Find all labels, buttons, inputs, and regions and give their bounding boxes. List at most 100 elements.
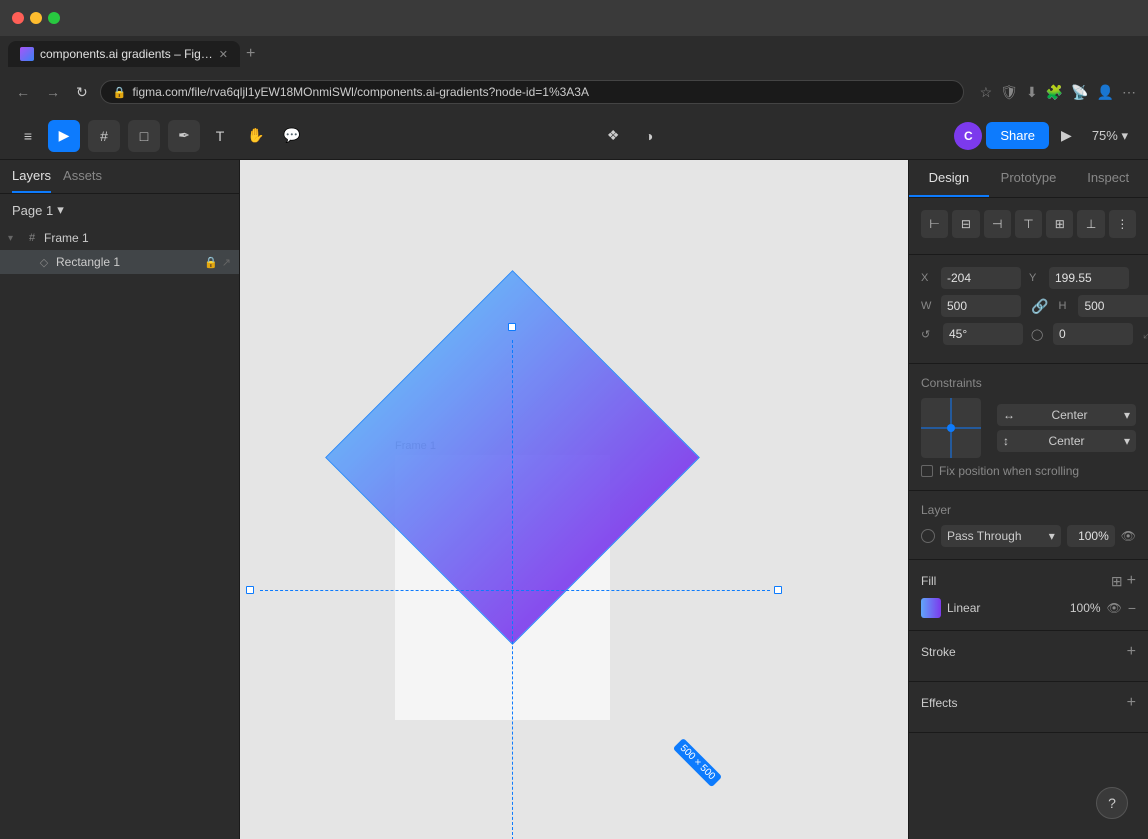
shape-tool-group: □: [128, 120, 160, 152]
fill-grid-button[interactable]: ⊞: [1111, 573, 1123, 590]
hand-tool[interactable]: ✋: [240, 120, 272, 152]
select-tool[interactable]: ▶: [48, 120, 80, 152]
frame-layer-icon: #: [24, 230, 40, 246]
shield-icon[interactable]: 🛡: [1000, 84, 1018, 101]
handle-left[interactable]: [246, 586, 254, 594]
tab-close-icon[interactable]: ✕: [219, 48, 228, 61]
address-bar: ← → ↻ 🔒 figma.com/file/rva6qljl1yEW18MOn…: [0, 72, 1148, 112]
distribute-button[interactable]: ⋮: [1109, 210, 1136, 238]
url-text: figma.com/file/rva6qljl1yEW18MOnmiSWl/co…: [132, 85, 589, 99]
menu-dots-icon[interactable]: ⋯: [1122, 84, 1136, 101]
layer-item-frame1[interactable]: ▾ # Frame 1: [0, 226, 239, 250]
blend-mode-value: Pass Through: [947, 529, 1022, 543]
bookmark-icon[interactable]: ☆: [980, 84, 993, 101]
fill-delete-button[interactable]: −: [1128, 600, 1136, 616]
comment-icon: 💬: [283, 127, 300, 144]
rotation-input[interactable]: [943, 323, 1023, 345]
tab-bar: components.ai gradients – Fig… ✕ +: [0, 36, 1148, 72]
back-button[interactable]: ←: [12, 80, 34, 104]
fix-position-row: Fix position when scrolling: [921, 464, 1136, 478]
position-section: X Y W 🔗 H ↕ ↺ ◯ ⤢: [909, 255, 1148, 364]
fill-opacity-value: 100%: [1065, 601, 1101, 615]
stroke-section: Stroke +: [909, 631, 1148, 682]
hamburger-icon: ≡: [24, 128, 32, 144]
link-icon[interactable]: 🔗: [1031, 298, 1048, 315]
tab-design[interactable]: Design: [909, 160, 989, 197]
align-center-v-button[interactable]: ⊞: [1046, 210, 1073, 238]
download-icon[interactable]: ⬇: [1026, 84, 1038, 101]
help-button[interactable]: ?: [1096, 787, 1128, 819]
lock-layer-icon[interactable]: 🔒: [204, 256, 218, 269]
align-center-h-button[interactable]: ⊟: [952, 210, 979, 238]
traffic-light-red[interactable]: [12, 12, 24, 24]
frame-icon: #: [100, 128, 108, 144]
component-tool[interactable]: ❖: [597, 120, 629, 152]
h-constraint-select[interactable]: ↔ Center ▾: [997, 404, 1136, 426]
effects-add-button[interactable]: +: [1127, 694, 1136, 712]
fill-header: Fill ⊞ +: [921, 572, 1136, 590]
opacity-input[interactable]: [1067, 525, 1115, 547]
frame1-label: Frame 1: [44, 231, 231, 245]
tab-prototype[interactable]: Prototype: [989, 160, 1069, 197]
text-icon: T: [216, 128, 225, 144]
main-area: Layers Assets Page 1 ▾ ▾ # Frame 1: [0, 160, 1148, 839]
blend-mode-select[interactable]: Pass Through ▾: [941, 525, 1061, 547]
fill-add-button[interactable]: +: [1127, 572, 1136, 590]
fix-position-checkbox[interactable]: [921, 465, 933, 477]
v-constraint-icon: ↕: [1003, 434, 1009, 448]
reload-button[interactable]: ↻: [72, 80, 92, 105]
w-input[interactable]: [941, 295, 1021, 317]
tab-layers[interactable]: Layers: [12, 168, 51, 193]
traffic-lights: [12, 12, 60, 24]
clip-content-icon[interactable]: ⤢: [1143, 327, 1148, 342]
tab-assets[interactable]: Assets: [63, 168, 102, 193]
pen-icon: ✒: [178, 127, 190, 144]
forward-button[interactable]: →: [42, 80, 64, 104]
traffic-light-yellow[interactable]: [30, 12, 42, 24]
extensions-icon[interactable]: 🧩: [1046, 84, 1063, 101]
active-tab[interactable]: components.ai gradients – Fig… ✕: [8, 41, 240, 67]
fill-swatch[interactable]: [921, 598, 941, 618]
layer-item-rect1[interactable]: ◇ Rectangle 1 🔒 ↗: [0, 250, 239, 274]
v-constraint-select[interactable]: ↕ Center ▾: [997, 430, 1136, 452]
radius-input[interactable]: [1053, 323, 1133, 345]
component-icon: ❖: [607, 127, 620, 144]
shape-tool[interactable]: □: [128, 120, 160, 152]
share-button[interactable]: Share: [986, 122, 1049, 149]
add-tab-button[interactable]: +: [246, 45, 255, 63]
canvas[interactable]: Frame 1 500 × 500: [240, 160, 908, 839]
mask-tool[interactable]: ◑: [633, 120, 665, 152]
frame-tool[interactable]: #: [88, 120, 120, 152]
eye-button[interactable]: 👁: [1121, 529, 1136, 543]
handle-top[interactable]: [508, 323, 516, 331]
align-bottom-button[interactable]: ⊥: [1077, 210, 1104, 238]
comment-tool[interactable]: 💬: [276, 120, 308, 152]
zoom-control[interactable]: 75% ▾: [1084, 124, 1136, 148]
layer-section: Layer Pass Through ▾ 👁: [909, 491, 1148, 560]
play-button[interactable]: ▶: [1053, 123, 1080, 148]
url-bar[interactable]: 🔒 figma.com/file/rva6qljl1yEW18MOnmiSWl/…: [100, 80, 964, 104]
pen-tool[interactable]: ✒: [168, 120, 200, 152]
stroke-add-button[interactable]: +: [1127, 643, 1136, 661]
h-input[interactable]: [1078, 295, 1148, 317]
x-input[interactable]: [941, 267, 1021, 289]
align-left-button[interactable]: ⊢: [921, 210, 948, 238]
traffic-light-green[interactable]: [48, 12, 60, 24]
fill-title: Fill: [921, 574, 936, 588]
cast-icon[interactable]: 📡: [1071, 84, 1088, 101]
y-input[interactable]: [1049, 267, 1129, 289]
handle-right[interactable]: [774, 586, 782, 594]
align-right-button[interactable]: ⊣: [984, 210, 1011, 238]
fill-visible-button[interactable]: 👁: [1107, 601, 1122, 615]
profile-icon[interactable]: 👤: [1097, 84, 1114, 101]
link-layer-icon[interactable]: ↗: [222, 256, 231, 269]
constraints-row: ↔ Center ▾ ↕ Center ▾: [921, 398, 1136, 458]
text-tool[interactable]: T: [204, 120, 236, 152]
align-top-button[interactable]: ⊤: [1015, 210, 1042, 238]
menu-button[interactable]: ≡: [12, 120, 44, 152]
tab-inspect[interactable]: Inspect: [1068, 160, 1148, 197]
layer-actions: 🔒 ↗: [204, 256, 231, 269]
chevron-down-icon: ▾: [1049, 529, 1055, 543]
h-constraint-value: Center: [1051, 408, 1087, 422]
page-selector[interactable]: Page 1 ▾: [12, 202, 64, 218]
